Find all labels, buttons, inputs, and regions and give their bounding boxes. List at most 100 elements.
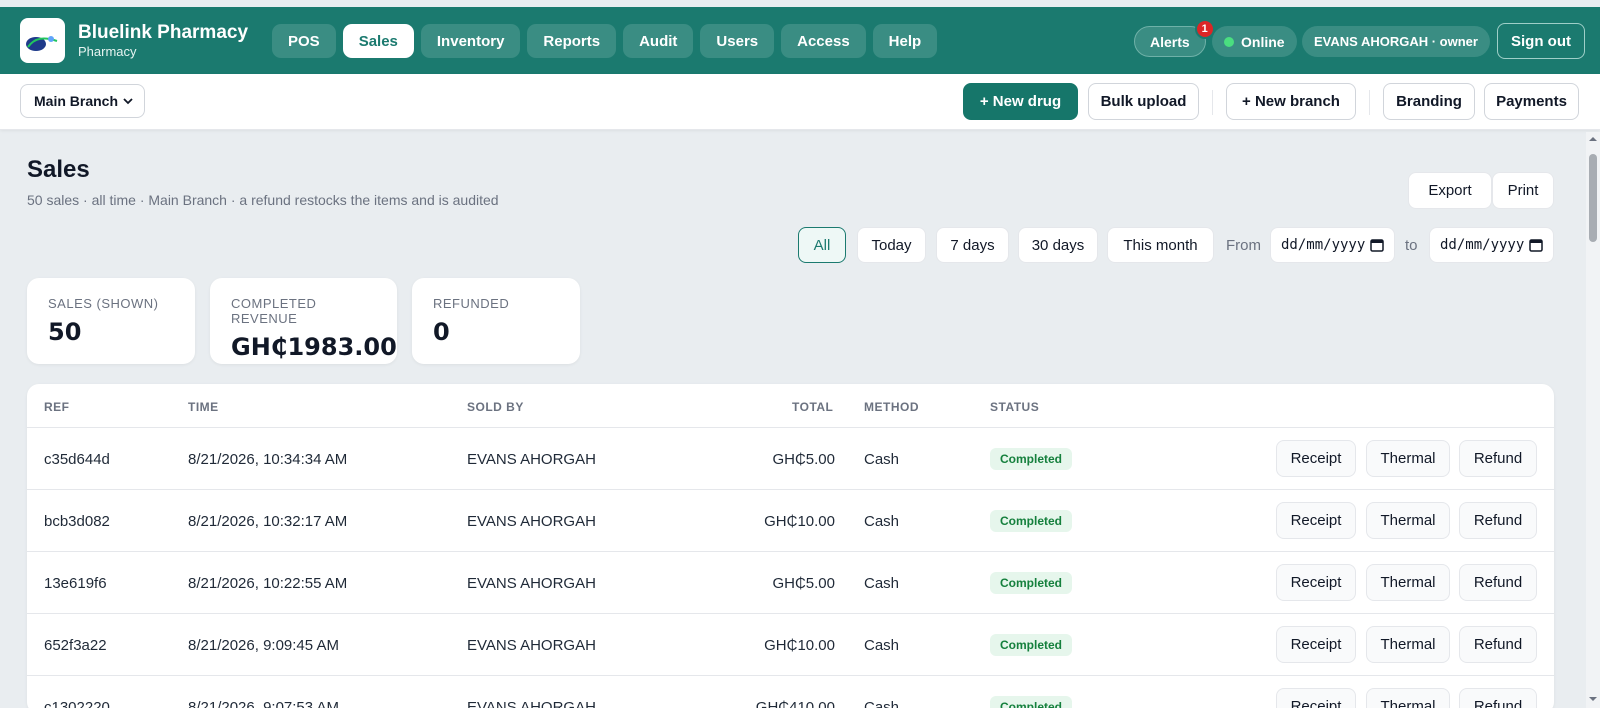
- receipt-button[interactable]: Receipt: [1276, 688, 1356, 708]
- tab-audit[interactable]: Audit: [623, 24, 694, 58]
- sign-out-button[interactable]: Sign out: [1497, 23, 1585, 59]
- refund-button[interactable]: Refund: [1459, 564, 1537, 601]
- cell-sold-by: EVANS AHORGAH: [467, 575, 596, 592]
- status-badge: Completed: [990, 634, 1073, 656]
- scroll-up-icon[interactable]: [1588, 134, 1598, 144]
- receipt-button[interactable]: Receipt: [1276, 564, 1356, 601]
- summary-card-sales: SALES (SHOWN) 50: [27, 278, 195, 364]
- cell-total: GH₵10.00: [764, 637, 835, 654]
- filter-today[interactable]: Today: [857, 227, 926, 263]
- brand-name: Bluelink Pharmacy: [78, 22, 249, 43]
- card-value: GH₵1983.00: [231, 333, 397, 361]
- branch-select[interactable]: Main Branch: [20, 84, 145, 118]
- chevron-down-icon: [123, 98, 133, 105]
- tab-pos[interactable]: POS: [272, 24, 336, 58]
- column-header-total: TOTAL: [792, 400, 834, 414]
- refund-button[interactable]: Refund: [1459, 502, 1537, 539]
- brand: Bluelink Pharmacy Pharmacy: [78, 22, 248, 59]
- card-label: REFUNDED: [433, 296, 510, 311]
- from-date-input[interactable]: dd/mm/yyyy: [1270, 227, 1395, 263]
- bulk-upload-button[interactable]: Bulk upload: [1088, 83, 1199, 120]
- online-dot-icon: [1224, 36, 1234, 47]
- sales-table: REF TIME SOLD BY TOTAL METHOD STATUS c35…: [27, 384, 1554, 708]
- refund-button[interactable]: Refund: [1459, 626, 1537, 663]
- tab-help[interactable]: Help: [872, 24, 938, 58]
- cell-method: Cash: [864, 451, 900, 468]
- summary-card-revenue: COMPLETED REVENUE GH₵1983.00: [210, 278, 397, 364]
- receipt-button[interactable]: Receipt: [1276, 502, 1356, 539]
- refund-button[interactable]: Refund: [1459, 688, 1537, 708]
- from-label: From: [1226, 237, 1261, 254]
- card-value: 0: [433, 318, 450, 346]
- thermal-button[interactable]: Thermal: [1366, 688, 1450, 708]
- receipt-button[interactable]: Receipt: [1276, 626, 1356, 663]
- cell-ref: c35d644d: [44, 451, 110, 468]
- new-drug-button[interactable]: + New drug: [963, 83, 1078, 120]
- status-badge: Completed: [990, 448, 1073, 470]
- toolbar-divider: [1369, 90, 1370, 115]
- column-header-method: METHOD: [864, 400, 919, 414]
- cell-time: 8/21/2026, 10:22:55 AM: [188, 575, 348, 592]
- cell-ref: 13e619f6: [44, 575, 107, 592]
- refund-button[interactable]: Refund: [1459, 440, 1537, 477]
- cell-time: 8/21/2026, 10:32:17 AM: [188, 513, 348, 530]
- branding-button[interactable]: Branding: [1383, 83, 1475, 120]
- table-row: c1302220 8/21/2026, 9:07:53 AM EVANS AHO…: [27, 676, 1554, 708]
- filter-all[interactable]: All: [798, 227, 846, 263]
- page-subtitle: 50 sales · all time · Main Branch · a re…: [27, 192, 499, 208]
- thermal-button[interactable]: Thermal: [1366, 440, 1450, 477]
- page-scrollbar[interactable]: [1586, 132, 1600, 708]
- top-bar: Bluelink Pharmacy Pharmacy POS Sales Inv…: [0, 7, 1600, 74]
- table-row: bcb3d082 8/21/2026, 10:32:17 AM EVANS AH…: [27, 490, 1554, 552]
- summary-card-refunded: REFUNDED 0: [412, 278, 580, 364]
- filter-7-days[interactable]: 7 days: [936, 227, 1009, 263]
- online-status: Online: [1212, 26, 1297, 57]
- alerts-button[interactable]: Alerts 1: [1134, 19, 1215, 57]
- cell-total: GH₵10.00: [764, 513, 835, 530]
- print-button[interactable]: Print: [1492, 172, 1554, 209]
- cell-time: 8/21/2026, 10:34:34 AM: [188, 451, 348, 468]
- tab-users[interactable]: Users: [700, 24, 775, 58]
- column-header-sold-by: SOLD BY: [467, 400, 524, 414]
- tab-sales[interactable]: Sales: [342, 24, 414, 58]
- cell-total: GH₵410.00: [755, 699, 835, 708]
- to-date-input[interactable]: dd/mm/yyyy: [1429, 227, 1554, 263]
- column-header-status: STATUS: [990, 400, 1040, 414]
- tab-access[interactable]: Access: [781, 24, 866, 58]
- cell-sold-by: EVANS AHORGAH: [467, 637, 596, 654]
- scrollbar-thumb[interactable]: [1589, 154, 1597, 242]
- cell-ref: 652f3a22: [44, 637, 107, 654]
- cell-method: Cash: [864, 513, 900, 530]
- status-badge: Completed: [990, 510, 1073, 532]
- cell-total: GH₵5.00: [772, 451, 835, 468]
- table-row: 13e619f6 8/21/2026, 10:22:55 AM EVANS AH…: [27, 552, 1554, 614]
- cell-sold-by: EVANS AHORGAH: [467, 513, 596, 530]
- calendar-icon: [1370, 239, 1384, 252]
- calendar-icon: [1529, 239, 1543, 252]
- cell-method: Cash: [864, 637, 900, 654]
- cell-method: Cash: [864, 575, 900, 592]
- from-date-placeholder: dd/mm/yyyy: [1281, 237, 1366, 253]
- toolbar: Main Branch + New drug Bulk upload + New…: [0, 74, 1600, 130]
- thermal-button[interactable]: Thermal: [1366, 564, 1450, 601]
- thermal-button[interactable]: Thermal: [1366, 626, 1450, 663]
- table-row: c35d644d 8/21/2026, 10:34:34 AM EVANS AH…: [27, 428, 1554, 490]
- new-branch-button[interactable]: + New branch: [1226, 83, 1356, 120]
- tab-inventory[interactable]: Inventory: [420, 24, 521, 58]
- cell-ref: bcb3d082: [44, 513, 110, 530]
- thermal-button[interactable]: Thermal: [1366, 502, 1450, 539]
- column-header-ref: REF: [44, 400, 70, 414]
- table-row: 652f3a22 8/21/2026, 9:09:45 AM EVANS AHO…: [27, 614, 1554, 676]
- payments-button[interactable]: Payments: [1484, 83, 1579, 120]
- tab-reports[interactable]: Reports: [527, 24, 617, 58]
- export-button[interactable]: Export: [1408, 172, 1492, 209]
- scroll-down-icon[interactable]: [1588, 694, 1598, 704]
- card-label: COMPLETED REVENUE: [231, 296, 317, 326]
- pharmacy-logo: [20, 18, 65, 63]
- cell-sold-by: EVANS AHORGAH: [467, 699, 596, 708]
- cell-sold-by: EVANS AHORGAH: [467, 451, 596, 468]
- cell-total: GH₵5.00: [772, 575, 835, 592]
- filter-this-month[interactable]: This month: [1107, 227, 1214, 263]
- receipt-button[interactable]: Receipt: [1276, 440, 1356, 477]
- filter-30-days[interactable]: 30 days: [1018, 227, 1098, 263]
